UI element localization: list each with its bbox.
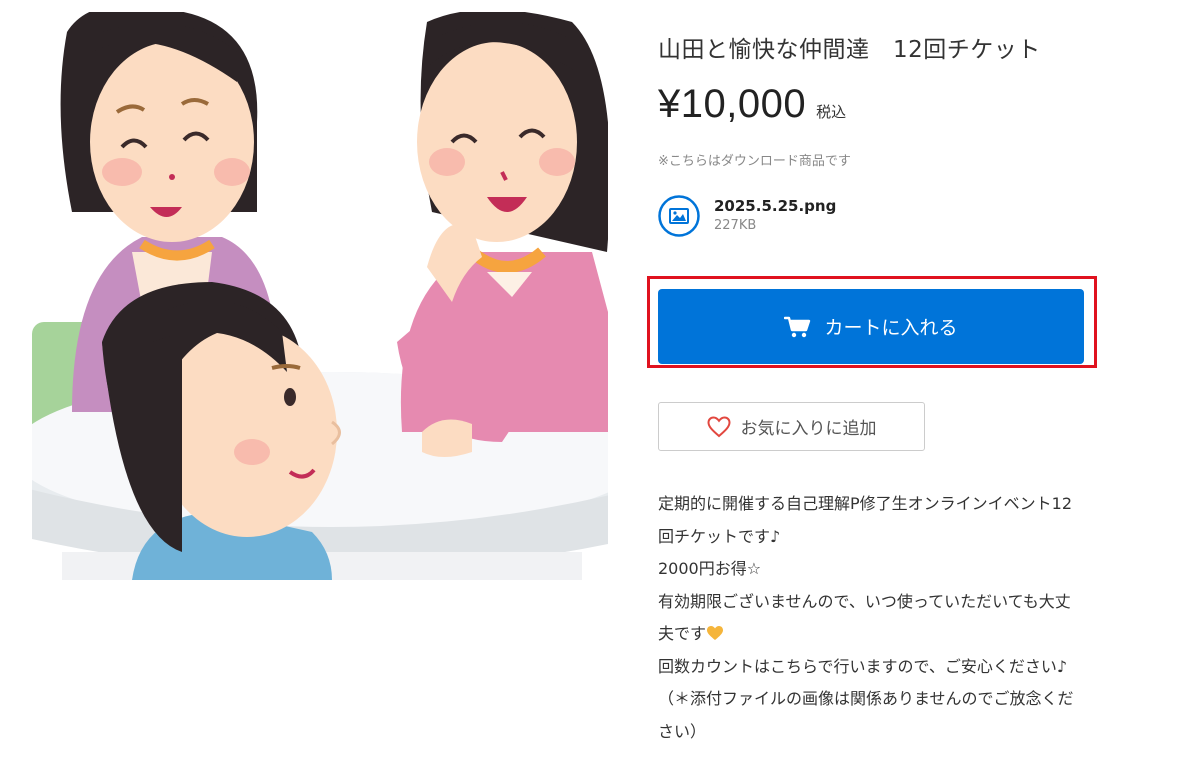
add-to-cart-label: カートに入れる: [824, 317, 958, 339]
description-line: 2000円お得☆: [658, 559, 762, 578]
add-to-favorites-button[interactable]: お気に入りに追加: [658, 402, 925, 451]
add-to-favorites-label: お気に入りに追加: [740, 419, 877, 439]
product-price: ¥10,000: [658, 82, 807, 126]
description-line: さい）: [658, 721, 707, 741]
price-row: ¥10,000 税込: [658, 82, 846, 127]
image-file-icon: [658, 195, 700, 237]
product-image[interactable]: [32, 12, 608, 580]
heart-icon: [706, 415, 731, 437]
yellow-heart-icon: [707, 626, 724, 640]
file-size: 227KB: [714, 218, 757, 233]
description-line: 有効期限ございませんので、いつ使っていただいても大丈: [658, 591, 1071, 611]
tax-label: 税込: [816, 103, 847, 121]
description-line: 回チケットです♪: [658, 526, 781, 546]
description-line-text: 夫です: [658, 624, 707, 643]
product-illustration: [32, 12, 608, 580]
add-to-cart-button[interactable]: カートに入れる: [658, 289, 1084, 364]
product-title: 山田と愉快な仲間達 12回チケット: [658, 37, 1041, 63]
description-line: 回数カウントはこちらで行いますので、ご安心ください♪: [658, 656, 1068, 676]
description-line-with-emoji: 夫です: [658, 618, 1138, 651]
product-description: 定期的に開催する自己理解P修了生オンラインイベント12 回チケットです♪ 200…: [658, 488, 1138, 748]
file-meta: 2025.5.25.png 227KB: [714, 196, 836, 236]
download-note: ※こちらはダウンロード商品です: [658, 154, 851, 169]
description-line: （＊添付ファイルの画像は関係ありませんのでご放念くだ: [658, 689, 1074, 708]
description-line: 定期的に開催する自己理解P修了生オンラインイベント12: [658, 494, 1073, 513]
file-item: 2025.5.25.png 227KB: [658, 195, 836, 237]
cart-icon: [784, 316, 811, 337]
file-name: 2025.5.25.png: [714, 197, 837, 215]
